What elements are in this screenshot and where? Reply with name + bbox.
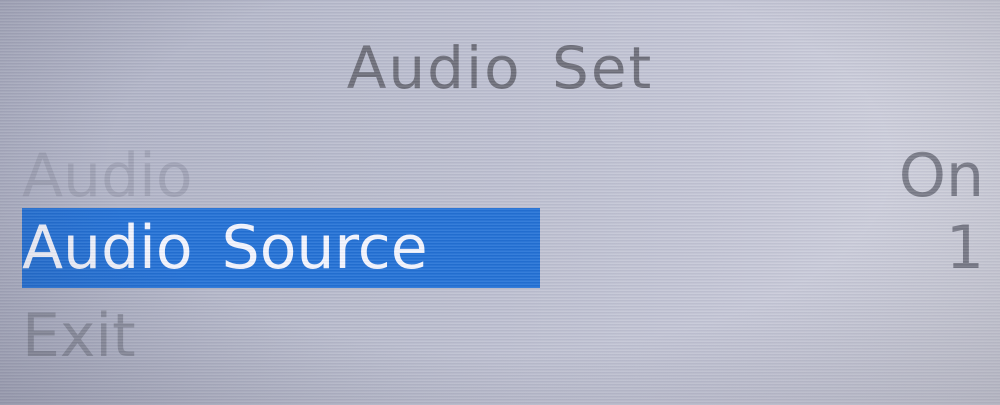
menu-item-audio-source[interactable]: Audio Source 1 [0,208,1000,288]
menu-item-label: Audio [22,141,193,211]
menu-item-value: 1 [945,213,984,283]
menu-item-exit[interactable]: Exit [0,296,1000,376]
menu-item-value: On [898,141,984,211]
osd-screen: Audio Set Audio On Audio Source 1 Exit [0,0,1000,405]
menu-title: Audio Set [346,34,654,102]
menu-item-label: Audio Source [22,213,428,283]
menu-item-label: Exit [22,301,136,371]
menu-item-audio[interactable]: Audio On [0,136,1000,216]
